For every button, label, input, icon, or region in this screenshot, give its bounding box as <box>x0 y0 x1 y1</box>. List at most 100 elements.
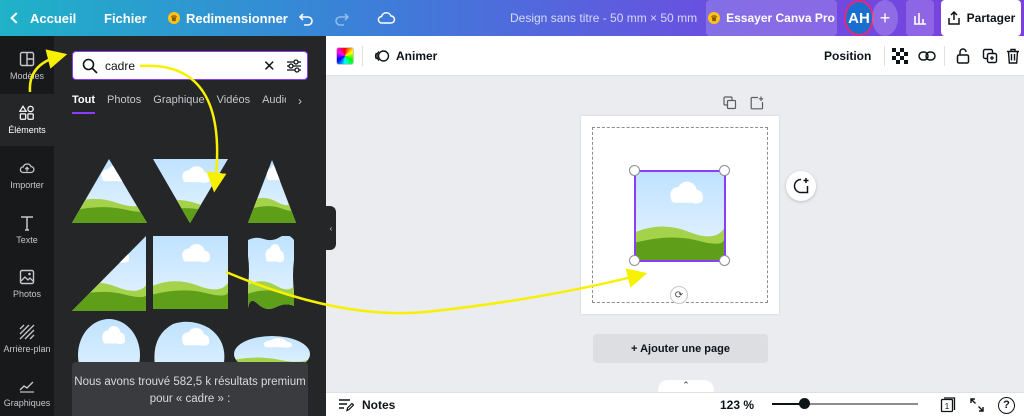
notes-button[interactable]: Notes <box>338 393 395 416</box>
color-picker-button[interactable] <box>336 36 354 76</box>
tab-videos[interactable]: Vidéos <box>217 94 250 114</box>
rail-item-label: Arrière-plan <box>3 344 51 354</box>
animate-button[interactable]: Animer <box>374 36 437 76</box>
share-label: Partager <box>966 11 1016 25</box>
chevron-right-icon[interactable]: › <box>298 94 302 108</box>
tab-graphics[interactable]: Graphique <box>153 94 204 114</box>
rail-item-elements[interactable]: Éléments <box>0 94 54 146</box>
undo-button[interactable] <box>298 0 314 36</box>
rail-item-label: Photos <box>12 289 42 299</box>
notes-label: Notes <box>362 398 396 412</box>
unlock-icon <box>956 48 970 64</box>
home-label: Accueil <box>30 10 77 26</box>
rail-item-templates[interactable]: Modèles <box>0 40 54 92</box>
try-pro-button[interactable]: ♛ Essayer Canva Pro <box>706 0 837 36</box>
bar-chart-icon <box>914 13 926 25</box>
redo-button[interactable] <box>334 0 350 36</box>
home-button[interactable]: Accueil <box>10 0 77 36</box>
add-page-icon[interactable] <box>750 96 764 110</box>
resize-handle-bottom-left[interactable] <box>629 255 640 266</box>
link-icon <box>918 51 936 61</box>
clear-search-icon[interactable]: ✕ <box>263 57 276 75</box>
chart-icon <box>19 378 35 394</box>
save-status-button[interactable] <box>376 0 396 36</box>
toolbar-divider <box>884 46 885 66</box>
image-icon <box>19 269 35 285</box>
frame-placeholder-image <box>636 172 724 260</box>
rail-item-uploads[interactable]: Importer <box>0 149 54 201</box>
text-icon <box>19 215 35 231</box>
help-button[interactable]: ? <box>998 393 1015 416</box>
avatar[interactable]: AH <box>844 0 874 36</box>
add-page-button[interactable]: + Ajouter une page <box>593 334 768 363</box>
color-swatch-icon <box>336 47 354 65</box>
filter-icon[interactable] <box>286 58 302 74</box>
add-comment-button[interactable] <box>786 171 816 201</box>
design-title[interactable]: Design sans titre - 50 mm × 50 mm <box>510 0 697 36</box>
rail-item-label: Texte <box>16 235 38 245</box>
fullscreen-button[interactable] <box>970 393 984 416</box>
selected-frame[interactable] <box>634 170 726 262</box>
shapes-icon <box>19 105 35 121</box>
zoom-value[interactable]: 123 % <box>720 393 754 416</box>
share-button[interactable]: Partager <box>941 0 1021 36</box>
bottom-bar: Notes 123 % 1 ? <box>326 392 1024 416</box>
invite-button[interactable]: + <box>872 0 898 36</box>
resize-handle-top-right[interactable] <box>719 165 730 176</box>
search-input[interactable]: cadre ✕ <box>72 51 308 80</box>
zoom-slider-handle[interactable] <box>799 398 810 409</box>
collapse-panel-button[interactable]: ‹ <box>326 206 336 250</box>
file-menu-button[interactable]: Fichier <box>104 0 147 36</box>
frame-results-grid <box>72 159 310 364</box>
chevron-left-icon <box>10 12 22 24</box>
cloud-icon <box>377 12 396 24</box>
share-icon <box>947 11 960 25</box>
resize-handle-bottom-right[interactable] <box>719 255 730 266</box>
template-icon <box>19 51 35 67</box>
page-count: 1 <box>945 402 950 411</box>
search-value: cadre <box>105 59 136 73</box>
tab-all[interactable]: Tout <box>72 94 96 114</box>
context-toolbar: Animer Position <box>326 36 1024 76</box>
rail-item-text[interactable]: Texte <box>0 204 54 256</box>
rail-item-charts[interactable]: Graphiques <box>0 367 54 416</box>
insights-button[interactable] <box>906 0 934 36</box>
rail-item-label: Graphiques <box>3 398 51 408</box>
crown-icon: ♛ <box>168 12 180 24</box>
lock-button[interactable] <box>956 36 970 76</box>
tab-audio[interactable]: Audio <box>262 94 286 114</box>
animate-icon <box>374 50 390 62</box>
position-button[interactable]: Position <box>824 36 871 76</box>
chevron-up-icon: ⌃ <box>682 380 690 390</box>
toolbar-divider <box>944 46 945 66</box>
elements-panel: cadre ✕ Tout Photos Graphique Vidéos Aud… <box>54 36 326 416</box>
pattern-icon <box>19 324 35 340</box>
resize-handle-top-left[interactable] <box>629 165 640 176</box>
toolbar-divider <box>362 46 363 66</box>
animate-label: Animer <box>396 49 438 63</box>
premium-results-notice: Nous avons trouvé 582,5 k résultats prem… <box>72 362 308 416</box>
duplicate-page-icon[interactable] <box>723 96 737 110</box>
rail-item-background[interactable]: Arrière-plan <box>0 313 54 365</box>
notes-icon <box>339 399 354 412</box>
side-rail: Modèles Éléments Importer Texte Photos A… <box>0 36 54 416</box>
help-icon: ? <box>998 396 1015 414</box>
resize-label: Redimensionner <box>186 10 288 26</box>
delete-button[interactable] <box>1006 36 1020 76</box>
link-button[interactable] <box>918 36 936 76</box>
tab-photos[interactable]: Photos <box>107 94 141 114</box>
transparency-button[interactable] <box>892 36 908 76</box>
duplicate-button[interactable] <box>982 36 998 76</box>
trash-icon <box>1007 48 1019 64</box>
rail-item-photos[interactable]: Photos <box>0 258 54 310</box>
resize-button[interactable]: ♛ Redimensionner <box>168 0 288 36</box>
expand-icon <box>970 398 984 412</box>
comment-add-icon <box>793 178 809 194</box>
crown-icon: ♛ <box>708 12 721 24</box>
top-bar: Accueil Fichier ♛ Redimensionner Design … <box>0 0 1024 36</box>
transparency-icon <box>892 48 908 64</box>
rail-item-label: Éléments <box>8 125 46 135</box>
pages-icon: 1 <box>940 397 956 413</box>
rotate-handle[interactable]: ⟳ <box>670 286 688 304</box>
page-count-button[interactable]: 1 <box>940 393 956 416</box>
